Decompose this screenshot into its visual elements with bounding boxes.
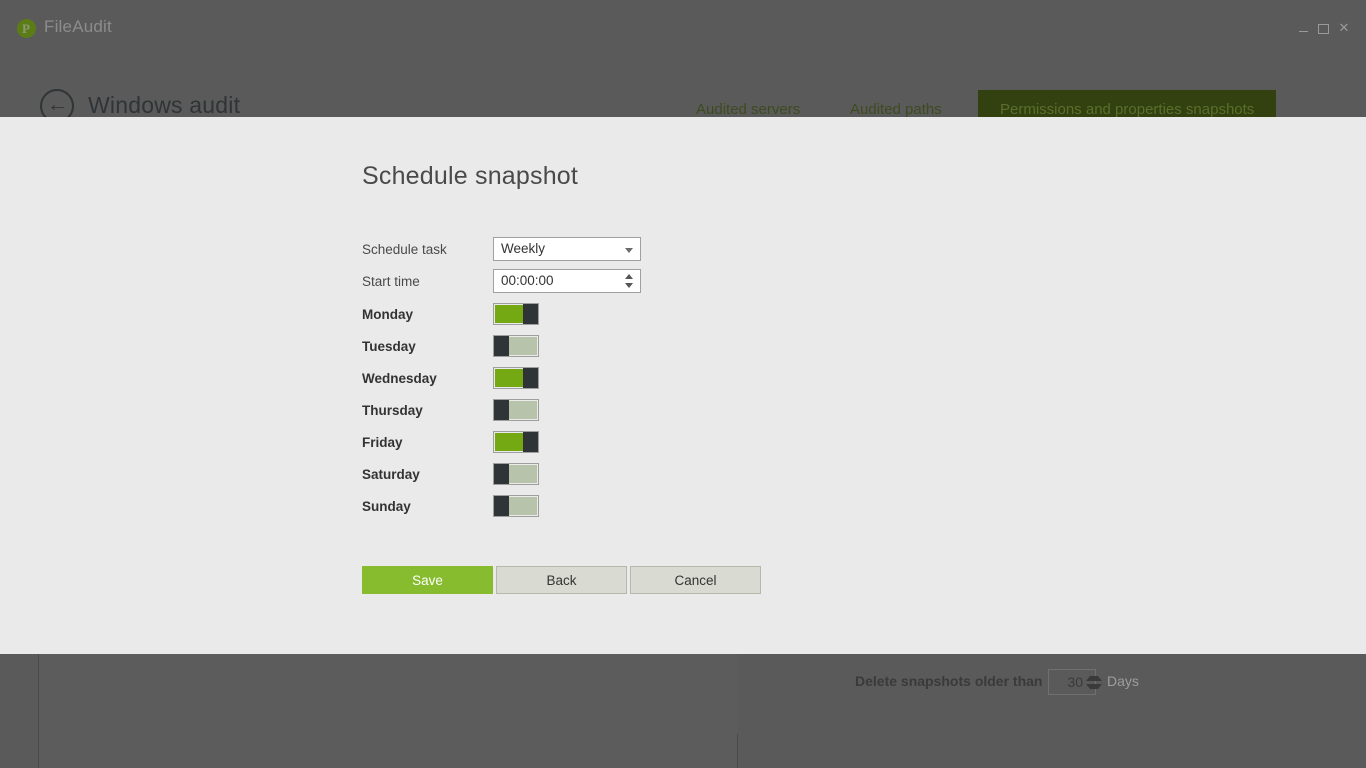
toggle-track (508, 337, 537, 355)
toggle-knob (523, 368, 538, 388)
toggle-track (508, 401, 537, 419)
stepper-down-icon[interactable] (625, 283, 633, 288)
snapshots-list-body (39, 654, 738, 734)
app-title: FileAudit (44, 17, 112, 37)
fileaudit-logo-icon: P (17, 19, 36, 38)
toggle-track (508, 465, 537, 483)
toggle-knob (494, 464, 509, 484)
schedule-task-label: Schedule task (362, 242, 447, 257)
title-bar: P FileAudit ✕ (0, 0, 1366, 58)
retention-days-value: 30 (1049, 674, 1083, 690)
day-label-sunday: Sunday (362, 499, 411, 514)
close-icon: ✕ (1339, 20, 1350, 35)
snapshots-list-panel[interactable] (38, 654, 738, 768)
day-label-tuesday: Tuesday (362, 339, 416, 354)
maximize-button[interactable] (1315, 20, 1331, 36)
day-toggle-sunday[interactable] (493, 495, 539, 517)
day-label-thursday: Thursday (362, 403, 423, 418)
day-toggle-monday[interactable] (493, 303, 539, 325)
toggle-knob (494, 336, 509, 356)
toggle-knob (523, 304, 538, 324)
chevron-down-icon[interactable] (625, 248, 633, 253)
toggle-track (508, 497, 537, 515)
maximize-icon (1318, 24, 1329, 34)
toggle-knob (523, 432, 538, 452)
toggle-track (495, 433, 524, 451)
day-toggle-wednesday[interactable] (493, 367, 539, 389)
start-time-stepper[interactable]: 00:00:00 (493, 269, 641, 293)
dialog-title: Schedule snapshot (362, 162, 578, 191)
schedule-task-value: Weekly (501, 241, 545, 256)
day-toggle-saturday[interactable] (493, 463, 539, 485)
toggle-track (495, 305, 524, 323)
day-label-monday: Monday (362, 307, 413, 322)
save-button[interactable]: Save (362, 566, 493, 594)
minimize-icon (1299, 31, 1308, 32)
start-time-label: Start time (362, 274, 420, 289)
day-label-friday: Friday (362, 435, 403, 450)
stepper-up-icon[interactable] (1086, 676, 1102, 681)
schedule-snapshot-dialog: Schedule snapshot Schedule task Weekly S… (0, 117, 1366, 654)
retention-days-stepper[interactable]: 30 (1048, 669, 1096, 695)
schedule-task-select[interactable]: Weekly (493, 237, 641, 261)
day-label-saturday: Saturday (362, 467, 420, 482)
toggle-knob (494, 496, 509, 516)
retention-label: Delete snapshots older than (855, 673, 1042, 689)
minimize-button[interactable] (1295, 20, 1311, 36)
cancel-button[interactable]: Cancel (630, 566, 761, 594)
day-toggle-thursday[interactable] (493, 399, 539, 421)
start-time-value: 00:00:00 (501, 273, 554, 288)
stepper-up-icon[interactable] (625, 274, 633, 279)
logo-glyph: P (22, 22, 31, 35)
day-label-wednesday: Wednesday (362, 371, 437, 386)
close-button[interactable]: ✕ (1336, 20, 1352, 36)
day-toggle-tuesday[interactable] (493, 335, 539, 357)
toggle-track (495, 369, 524, 387)
back-button-dialog[interactable]: Back (496, 566, 627, 594)
retention-unit-label: Days (1107, 673, 1139, 689)
bottom-content-area: Delete snapshots older than 30 Days (0, 654, 1366, 768)
stepper-down-icon[interactable] (1086, 684, 1102, 689)
day-toggle-friday[interactable] (493, 431, 539, 453)
toggle-knob (494, 400, 509, 420)
application-window: P FileAudit ✕ ← Windows audit Audited se… (0, 0, 1366, 768)
